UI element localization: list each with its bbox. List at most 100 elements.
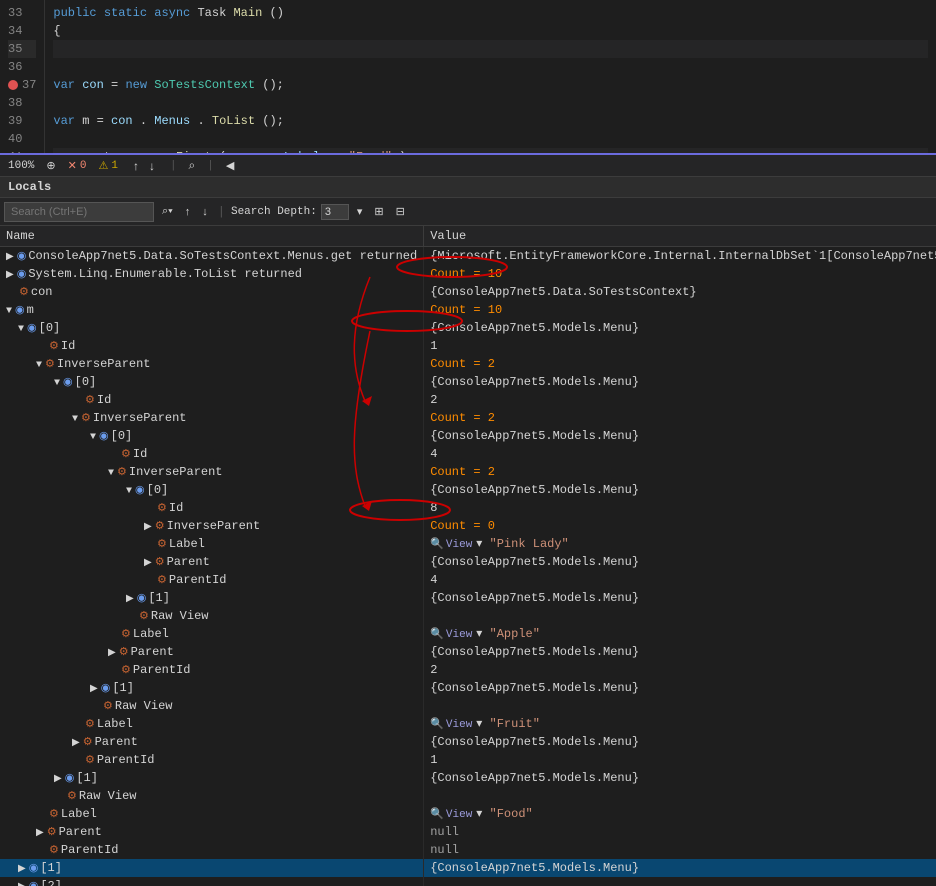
table-row[interactable]: ◉System.Linq.Enumerable.ToList returnedC… [0,265,936,283]
expand-arrow-right[interactable] [144,521,152,533]
nav-up-button[interactable]: ↑ [130,158,142,174]
search-options-button[interactable]: ⌕▾ [158,203,177,220]
table-row[interactable]: ⚙Id8int [0,499,936,517]
expand-arrow-down[interactable] [72,414,78,425]
search-depth-input[interactable] [321,204,349,220]
row-name: InverseParent [167,519,261,533]
view-arrow: ▾ [476,717,482,731]
row-name: [1] [148,591,170,605]
code-line-40 [53,130,928,148]
table-row[interactable]: ⚙Label🔍View▾ "Apple"str [0,625,936,643]
nav-up-button-locals[interactable]: ↑ [181,204,195,220]
code-editor: 33 34 35 36 37 38 39 40 41 public [0,0,936,155]
row-name: [0] [147,483,169,497]
expand-arrow-right[interactable] [6,251,14,263]
row-value: {ConsoleApp7net5.Models.Menu} [430,555,639,569]
table-row[interactable]: ⚙Id2int [0,391,936,409]
table-row[interactable]: ◉[1]{ConsoleApp7net5.Models.Menu}Co [0,679,936,697]
table-row[interactable]: ◉[0]{ConsoleApp7net5.Models.Menu}Co [0,319,936,337]
table-row[interactable]: ⚙Parent{ConsoleApp7net5.Models.Menu}Co [0,733,936,751]
table-row[interactable]: ⚙Id4int [0,445,936,463]
expand-arrow-right[interactable] [36,827,44,839]
table-row[interactable]: ⚙InverseParentCount = 2Sys [0,409,936,427]
table-row[interactable]: ⚙InverseParentCount = 0Sys [0,517,936,535]
scroll-left-icon[interactable]: ◀ [226,159,234,173]
row-value: {Microsoft.EntityFrameworkCore.Internal.… [430,249,936,263]
expand-arrow-down[interactable] [90,432,96,443]
table-row[interactable]: ⚙Id1 [0,337,936,355]
expand-arrow-down[interactable] [6,306,12,317]
nav-down-button[interactable]: ↓ [146,158,158,174]
table-row[interactable]: ◉ConsoleApp7net5.Data.SoTestsContext.Men… [0,247,936,265]
expand-arrow-down[interactable] [54,378,60,389]
expand-arrow-right[interactable] [18,863,26,875]
table-row[interactable]: ◉[1]{ConsoleApp7net5.Models.Menu}Co [0,859,936,877]
expand-arrow-right[interactable] [144,557,152,569]
code-line-38 [53,94,928,112]
expand-arrow-right[interactable] [72,737,80,749]
table-row[interactable]: ◉[1]{ConsoleApp7net5.Models.Menu}Co [0,589,936,607]
table-row[interactable]: ⚙ParentnullCo [0,823,936,841]
depth-dropdown-button[interactable]: ▾ [353,203,367,220]
row-name: [0] [39,321,61,335]
row-icon: ◉ [63,377,73,389]
expand-arrow-right[interactable] [6,269,14,281]
view-link[interactable]: View [446,719,472,731]
line-37: 37 [8,76,36,94]
table-row[interactable]: ⚙ParentId2int [0,661,936,679]
table-row[interactable]: ⚙ParentId1int [0,751,936,769]
table-row[interactable]: ◉[1]{ConsoleApp7net5.Models.Menu}Co [0,769,936,787]
expand-arrow-right[interactable] [90,683,98,695]
table-row[interactable]: ⚙Raw View [0,607,936,625]
expand-arrow-down[interactable] [36,360,42,371]
expand-arrow-right[interactable] [54,773,62,785]
line-34: 34 [8,22,36,40]
row-icon: ⚙ [119,647,129,659]
table-row[interactable]: ⚙Raw View [0,787,936,805]
table-row[interactable]: ◉[0]{ConsoleApp7net5.Models.Menu}Co [0,427,936,445]
view-link[interactable]: View [446,539,472,551]
row-value: 2 [430,393,437,407]
table-row[interactable]: ⚙Parent{ConsoleApp7net5.Models.Menu}Co [0,553,936,571]
view-arrow: ▾ [476,537,482,551]
locals-search-input[interactable] [4,202,154,222]
row-icon: ⚙ [49,341,59,353]
status-bar: 100% ⊕ ✕ 0 ⚠ 1 ↑ ↓ | ⌕ | ◀ [0,155,936,177]
table-row[interactable]: ⚙ParentIdnullint [0,841,936,859]
expand-button[interactable]: ⊞ [370,203,387,220]
table-row[interactable]: ◉[0]{ConsoleApp7net5.Models.Menu}Co [0,373,936,391]
grid-button[interactable]: ⊟ [392,203,409,220]
table-row[interactable]: ⚙Label🔍View▾ "Food"str [0,805,936,823]
expand-arrow-down[interactable] [126,486,132,497]
table-row[interactable]: ⚙InverseParentCount = 2Sys [0,355,936,373]
line-41: 41 [8,148,36,155]
table-row[interactable]: ◉[0]{ConsoleApp7net5.Models.Menu}Co [0,481,936,499]
view-link[interactable]: View [446,629,472,641]
expand-arrow-right[interactable] [18,881,26,886]
row-icon: ⚙ [85,719,95,731]
table-row[interactable]: ⚙Label🔍View▾ "Pink Lady"str [0,535,936,553]
table-row[interactable]: ⚙Label🔍View▾ "Fruit"str [0,715,936,733]
nav-down-button-locals[interactable]: ↓ [198,204,212,220]
row-name: ParentId [169,573,227,587]
table-row[interactable]: ⚙InverseParentCount = 2Sys [0,463,936,481]
table-row[interactable]: ⚙Parent{ConsoleApp7net5.Models.Menu}Co [0,643,936,661]
search-depth-label: Search Depth: [231,206,317,218]
view-link[interactable]: View [446,809,472,821]
row-name: Parent [167,555,210,569]
table-row[interactable]: ⚙ParentId4int [0,571,936,589]
expand-arrow-down[interactable] [108,468,114,479]
row-icon: ⚙ [139,611,149,623]
table-row[interactable]: ◉[2] [0,877,936,886]
table-row[interactable]: ◉mCount = 10Sys [0,301,936,319]
row-name: m [27,303,34,317]
expand-arrow-right[interactable] [126,593,134,605]
magnify-icon: 🔍 [430,809,444,821]
row-value: Count = 2 [430,411,495,425]
expand-arrow-down[interactable] [18,324,24,335]
row-value: "Food" [490,807,533,821]
table-row[interactable]: ⚙Raw View [0,697,936,715]
expand-arrow-right[interactable] [108,647,116,659]
code-line-41: var ment = con . First (m => m. Label ==… [53,148,928,153]
table-row[interactable]: ⚙con{ConsoleApp7net5.Data.SoTestsContext… [0,283,936,301]
